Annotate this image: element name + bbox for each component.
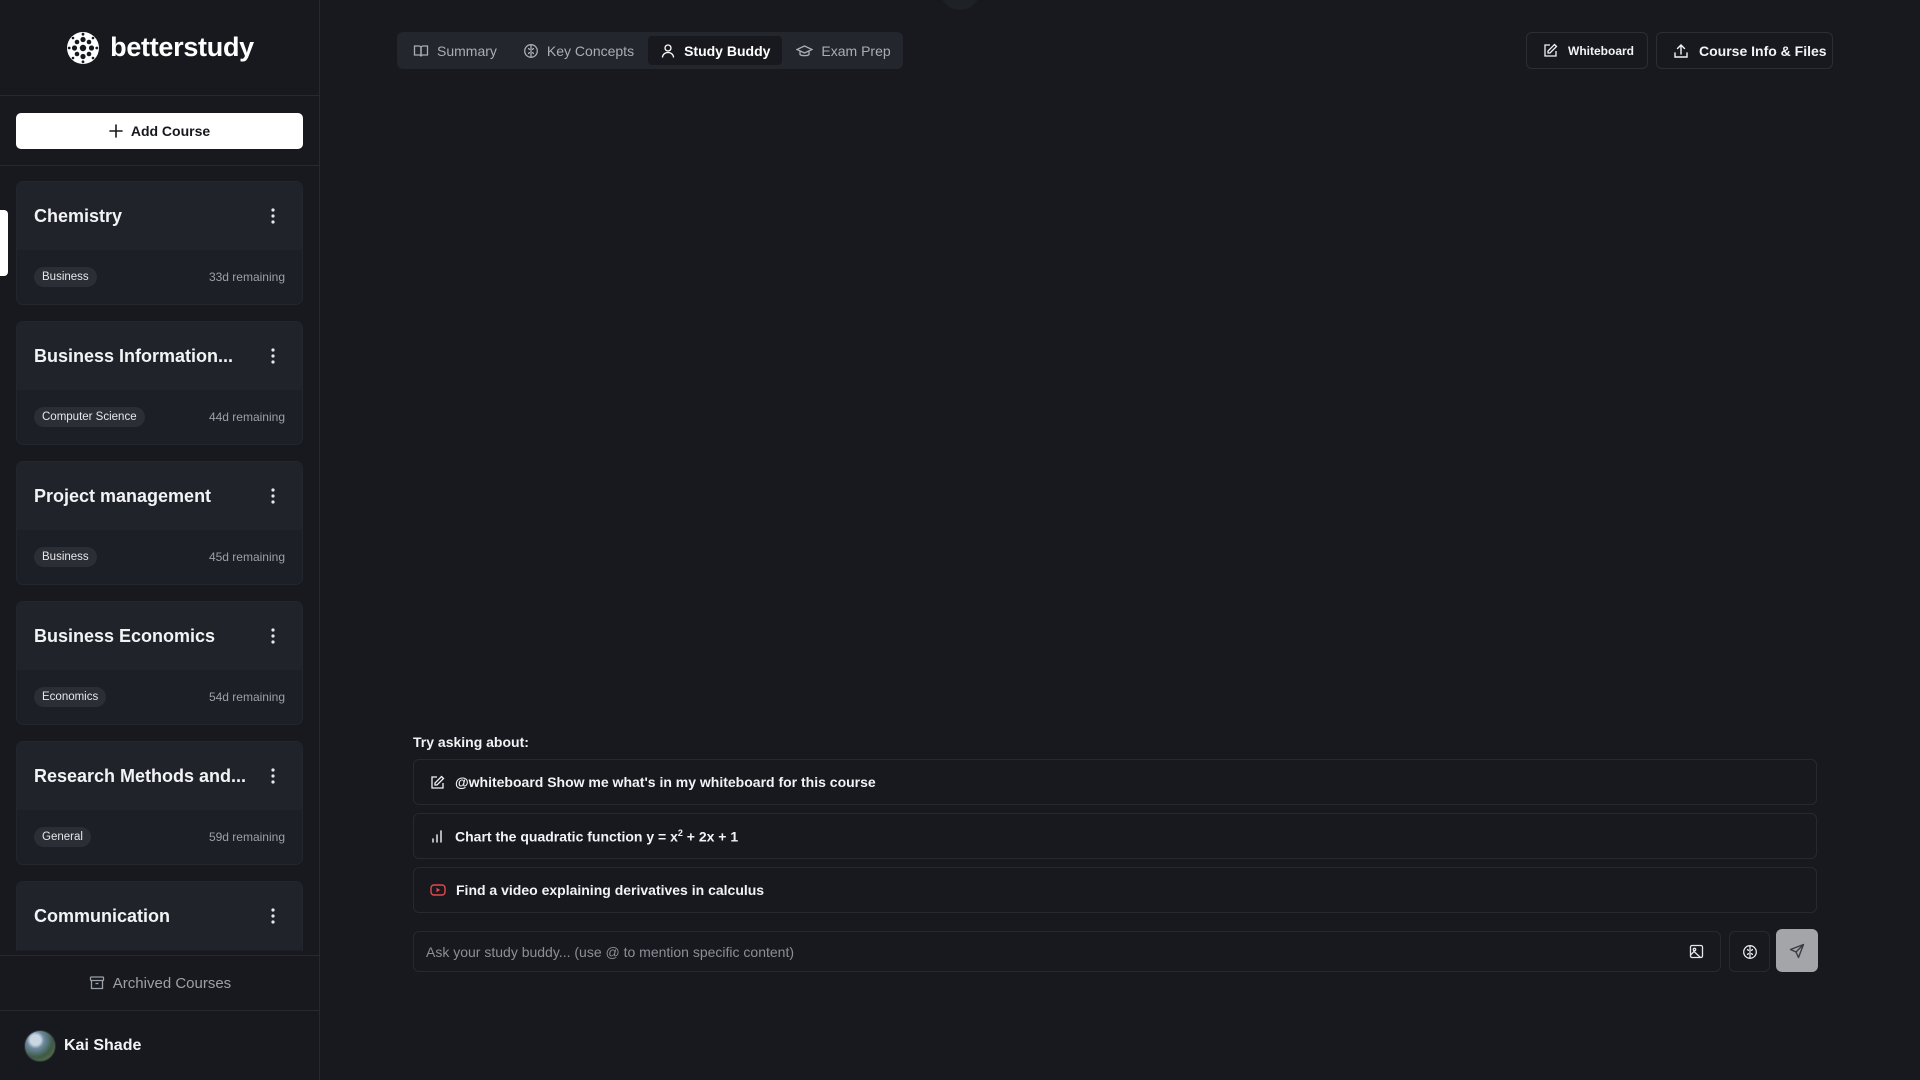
tab-exam-prep[interactable]: Exam Prep	[784, 36, 902, 65]
course-card-header: Project management	[17, 462, 302, 530]
suggestion-video[interactable]: Find a video explaining derivatives in c…	[413, 867, 1817, 913]
tab-key-concepts[interactable]: Key Concepts	[511, 36, 646, 65]
course-category-tag: Business	[34, 267, 97, 287]
course-category-tag: Business	[34, 547, 97, 567]
add-course-button[interactable]: Add Course	[16, 113, 303, 149]
brain-mode-button[interactable]	[1729, 931, 1770, 972]
archive-icon	[89, 975, 105, 991]
add-course-label: Add Course	[130, 123, 211, 139]
suggestions-heading: Try asking about:	[413, 734, 529, 750]
course-title: Chemistry	[34, 205, 123, 226]
send-button[interactable]	[1776, 929, 1818, 972]
course-card[interactable]: Business Economics Economics 54d remaini…	[16, 601, 303, 725]
archived-courses-button[interactable]: Archived Courses	[0, 955, 320, 1011]
course-remaining: 44d remaining	[208, 410, 285, 424]
tab-summary[interactable]: Summary	[401, 36, 509, 65]
course-card-footer: Computer Science 44d remaining	[17, 390, 302, 444]
more-options-icon[interactable]	[261, 624, 285, 648]
more-options-icon[interactable]	[261, 764, 285, 788]
tab-label: Summary	[437, 42, 497, 59]
more-options-icon[interactable]	[261, 344, 285, 368]
brain-icon	[1742, 944, 1758, 960]
course-category-tag: Computer Science	[34, 407, 145, 427]
course-card-header: Research Methods and...	[17, 742, 302, 810]
course-title: Communication	[34, 905, 171, 926]
course-title: Business Information...	[34, 345, 234, 366]
course-title: Project management	[34, 485, 212, 506]
youtube-icon	[430, 883, 446, 897]
course-card-header: Business Economics	[17, 602, 302, 670]
course-remaining: 33d remaining	[208, 270, 285, 284]
chat-input-container	[413, 931, 1721, 972]
image-upload-icon[interactable]	[1684, 940, 1708, 964]
more-options-icon[interactable]	[261, 484, 285, 508]
view-tabs: Summary Key Concepts Study Buddy Exam Pr…	[397, 32, 903, 69]
course-title: Research Methods and...	[34, 765, 247, 786]
app-name: betterstudy	[110, 32, 254, 62]
archived-courses-label: Archived Courses	[112, 974, 232, 992]
brain-icon	[523, 43, 539, 59]
more-options-icon[interactable]	[261, 204, 285, 228]
more-options-icon[interactable]	[261, 904, 285, 928]
course-list: Chemistry Business 33d remaining Busines…	[16, 181, 303, 951]
course-category-tag: Economics	[34, 687, 107, 707]
course-info-label: Course Info & Files	[1699, 42, 1827, 59]
tab-label: Exam Prep	[821, 42, 891, 59]
top-notch	[940, 0, 980, 10]
tab-label: Study Buddy	[684, 42, 771, 59]
user-icon	[660, 43, 676, 59]
suggestion-text: Find a video explaining derivatives in c…	[456, 882, 765, 898]
course-card-header: Business Information...	[17, 322, 302, 390]
course-title: Business Economics	[34, 625, 216, 646]
bar-chart-icon	[430, 829, 445, 844]
course-info-files-button[interactable]: Course Info & Files	[1656, 32, 1833, 69]
send-icon	[1789, 943, 1805, 959]
edit-icon	[430, 775, 445, 790]
graduation-cap-icon	[796, 43, 814, 59]
course-card-header: Communication	[17, 882, 302, 950]
chat-input[interactable]	[426, 943, 1684, 960]
suggestion-text: @whiteboard Show me what's in my whitebo…	[455, 774, 876, 790]
course-card[interactable]: Communication	[16, 881, 303, 951]
sidebar-divider	[0, 165, 320, 166]
course-remaining: 59d remaining	[208, 830, 285, 844]
suggestion-text: Chart the quadratic function y = x2 + 2x…	[455, 827, 739, 845]
tab-label: Key Concepts	[546, 42, 635, 59]
active-course-indicator	[0, 210, 8, 276]
plus-icon	[109, 124, 123, 138]
course-remaining: 45d remaining	[208, 550, 285, 564]
course-card[interactable]: Business Information... Computer Science…	[16, 321, 303, 445]
edit-icon	[1543, 43, 1558, 58]
course-card-footer: Economics 54d remaining	[17, 670, 302, 724]
course-category-tag: General	[34, 827, 91, 847]
app-logo[interactable]: betterstudy	[0, 0, 320, 96]
user-profile[interactable]: Kai Shade	[24, 1030, 141, 1062]
book-icon	[413, 43, 429, 59]
course-card-header: Chemistry	[17, 182, 302, 250]
sidebar: betterstudy Add Course Chemistry Busines…	[0, 0, 320, 1080]
course-card-footer: Business 33d remaining	[17, 250, 302, 304]
course-card[interactable]: Project management Business 45d remainin…	[16, 461, 303, 585]
whiteboard-label: Whiteboard	[1568, 43, 1634, 58]
logo-icon	[66, 31, 100, 65]
suggestion-whiteboard[interactable]: @whiteboard Show me what's in my whitebo…	[413, 759, 1817, 805]
course-card-footer: Business 45d remaining	[17, 530, 302, 584]
whiteboard-button[interactable]: Whiteboard	[1526, 32, 1648, 69]
avatar	[24, 1030, 56, 1062]
user-name: Kai Shade	[64, 1037, 142, 1054]
tab-study-buddy[interactable]: Study Buddy	[648, 36, 783, 65]
course-card[interactable]: Research Methods and... General 59d rema…	[16, 741, 303, 865]
upload-icon	[1673, 43, 1689, 59]
course-card[interactable]: Chemistry Business 33d remaining	[16, 181, 303, 305]
course-card-footer: General 59d remaining	[17, 810, 302, 864]
suggestion-chart[interactable]: Chart the quadratic function y = x2 + 2x…	[413, 813, 1817, 859]
course-remaining: 54d remaining	[208, 690, 285, 704]
